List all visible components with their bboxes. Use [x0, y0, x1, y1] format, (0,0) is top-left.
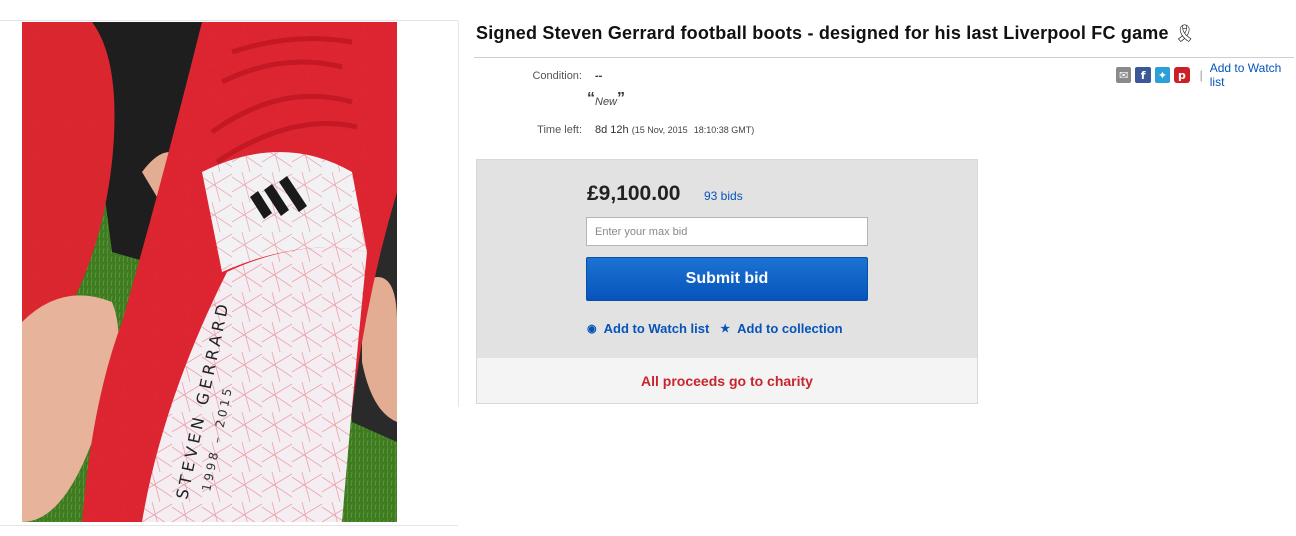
submit-bid-button[interactable]: Submit bid — [586, 257, 868, 301]
open-quote-icon: “ — [587, 90, 595, 107]
time-left-time: 18:10:38 GMT) — [693, 125, 755, 135]
condition-label: Condition: — [532, 70, 582, 82]
share-bar: ✉ f ✦ p | Add to Watch list — [1116, 61, 1296, 89]
title-divider — [474, 57, 1294, 58]
product-image[interactable]: STEVEN GERRARD 1998 – 2015 — [22, 22, 397, 522]
bid-panel-top: £9,100.00 93 bids Submit bid ◉ Add to Wa… — [477, 160, 977, 358]
time-left: 8d 12h (15 Nov, 2015 18:10:38 GMT) — [595, 124, 754, 136]
ribbon-icon: 🎗 — [1173, 24, 1196, 43]
time-left-label: Time left: — [537, 124, 582, 136]
eye-icon: ◉ — [587, 323, 597, 335]
bid-count-link[interactable]: 93 bids — [704, 189, 743, 203]
twitter-icon[interactable]: ✦ — [1154, 67, 1171, 83]
add-to-watch-list-link[interactable]: Add to Watch list — [604, 321, 710, 336]
charity-note: All proceeds go to charity — [641, 372, 813, 389]
time-left-value: 8d 12h — [595, 124, 629, 136]
facebook-icon[interactable]: f — [1135, 67, 1151, 83]
share-separator: | — [1199, 68, 1203, 82]
image-panel-divider — [458, 21, 459, 407]
condition-value: -- — [595, 70, 603, 82]
bid-actions: ◉ Add to Watch list ★ Add to collection — [587, 321, 843, 336]
close-quote-icon: ” — [617, 90, 626, 107]
listing-title: Signed Steven Gerrard football boots - d… — [476, 23, 1169, 43]
page-title: Signed Steven Gerrard football boots - d… — [476, 23, 1196, 44]
share-watch-link[interactable]: Add to Watch list — [1210, 61, 1296, 89]
max-bid-input[interactable] — [586, 217, 868, 246]
condition-quote-text: New — [595, 96, 618, 108]
time-left-date: (15 Nov, 2015 — [631, 125, 688, 135]
pinterest-icon[interactable]: p — [1174, 67, 1190, 83]
star-icon: ★ — [720, 323, 731, 335]
mail-icon[interactable]: ✉ — [1116, 67, 1132, 83]
current-price: £9,100.00 — [587, 182, 681, 205]
condition-quote: “New” — [587, 90, 625, 108]
bid-panel: £9,100.00 93 bids Submit bid ◉ Add to Wa… — [476, 159, 978, 404]
add-to-collection-link[interactable]: Add to collection — [737, 321, 842, 336]
